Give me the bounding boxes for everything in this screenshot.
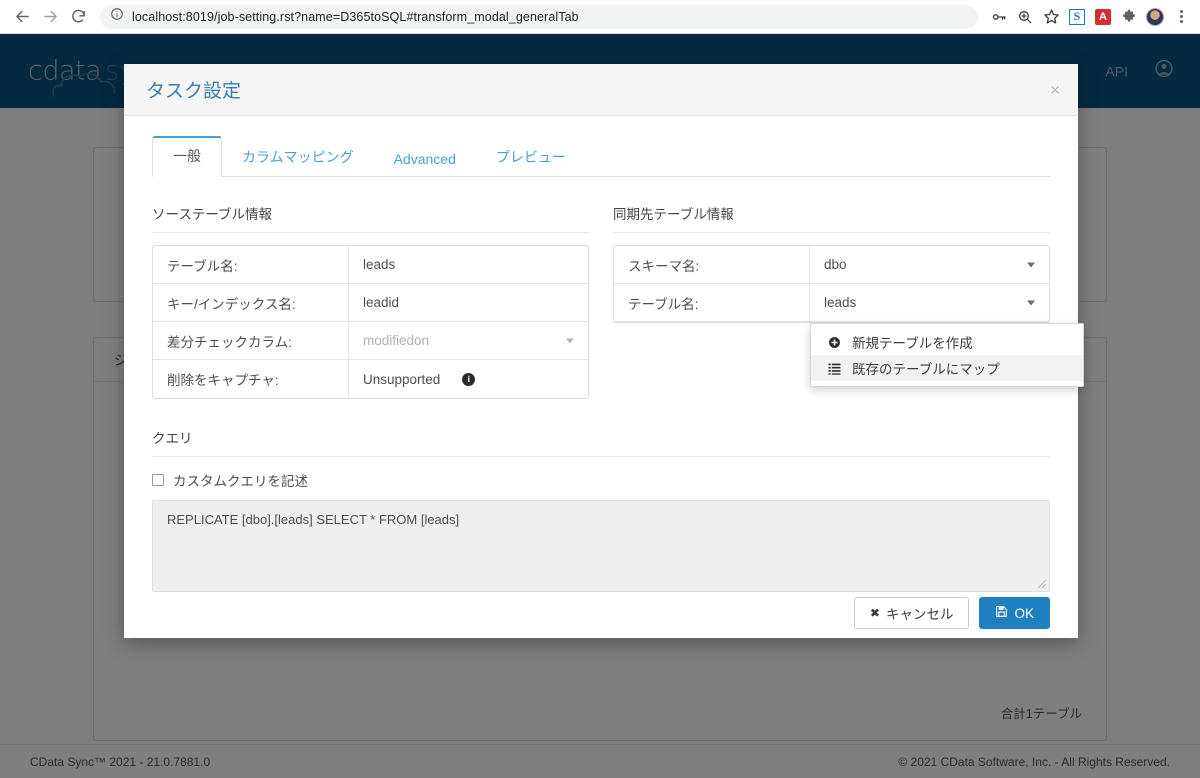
arrow-right-icon: [43, 10, 57, 23]
tab-column-mapping[interactable]: カラムマッピング: [222, 138, 374, 177]
adobe-pdf-label: A: [1095, 8, 1111, 25]
kebab-dots: [1179, 10, 1183, 23]
close-icon[interactable]: ×: [1050, 81, 1060, 98]
menu-item-create-new-table[interactable]: 新規テーブルを作成: [811, 329, 1083, 355]
capture-deletes-label: 削除をキャプチャ:: [153, 360, 349, 398]
source-table-column: ソーステーブル情報 テーブル名: leads キー/インデックス名: leadi…: [152, 203, 589, 399]
row-incremental-check-column: 差分チェックカラム: modifiedon: [153, 322, 588, 360]
chrome-menu-icon[interactable]: [1168, 4, 1194, 30]
info-icon[interactable]: i: [462, 372, 476, 386]
row-source-table-name: テーブル名: leads: [153, 246, 588, 284]
modal-tabs: 一般 カラムマッピング Advanced プレビュー: [152, 129, 1050, 177]
arrow-left-icon: [15, 10, 29, 23]
ok-button[interactable]: OK: [979, 597, 1050, 629]
forward-button[interactable]: [36, 3, 64, 31]
plus-circle-icon: [825, 336, 843, 349]
query-text: REPLICATE [dbo].[leads] SELECT * FROM [l…: [167, 512, 460, 527]
tab-preview[interactable]: プレビュー: [476, 138, 586, 177]
extension-s-label: S: [1069, 8, 1085, 25]
menu-item-map-existing-table[interactable]: 既存のテーブルにマップ: [811, 355, 1083, 381]
site-info-icon[interactable]: [110, 7, 124, 26]
custom-query-label: カスタムクエリを記述: [173, 474, 308, 489]
password-key-icon[interactable]: [986, 4, 1012, 30]
capture-deletes-value: Unsupported: [363, 371, 441, 387]
source-form-table: テーブル名: leads キー/インデックス名: leadid 差分チェックカラ…: [152, 245, 589, 399]
destination-table-name-value: leads: [824, 295, 857, 310]
url-text: localhost:8019/job-setting.rst?name=D365…: [132, 9, 579, 24]
query-textarea[interactable]: REPLICATE [dbo].[leads] SELECT * FROM [l…: [152, 500, 1050, 592]
destination-table-dropdown-menu: 新規テーブルを作成 既存のテーブルにマップ: [810, 323, 1084, 387]
modal-header: タスク設定 ×: [124, 64, 1078, 116]
destination-section-heading: 同期先テーブル情報: [613, 203, 1050, 233]
source-section-heading: ソーステーブル情報: [152, 203, 589, 233]
chevron-down-icon: [1027, 262, 1035, 267]
close-x-icon: ✖: [869, 606, 880, 620]
schema-name-label: スキーマ名:: [614, 246, 810, 283]
adobe-pdf-extension-icon[interactable]: A: [1090, 4, 1116, 30]
address-bar[interactable]: localhost:8019/job-setting.rst?name=D365…: [100, 4, 978, 29]
incremental-check-column-select[interactable]: modifiedon: [349, 322, 588, 359]
row-source-key-index: キー/インデックス名: leadid: [153, 284, 588, 322]
destination-table-name-select[interactable]: leads: [810, 284, 1049, 321]
reload-icon: [71, 9, 85, 23]
resize-grip-icon[interactable]: [1037, 579, 1047, 589]
modal-title: タスク設定: [146, 81, 242, 102]
row-schema-name: スキーマ名: dbo: [614, 246, 1049, 284]
incremental-check-column-label: 差分チェックカラム:: [153, 322, 349, 359]
chevron-down-icon: [1027, 300, 1035, 305]
zoom-search-icon[interactable]: [1012, 4, 1038, 30]
task-settings-modal: タスク設定 × 一般 カラムマッピング Advanced プレビュー ソーステー…: [124, 64, 1084, 638]
tab-general[interactable]: 一般: [152, 136, 222, 177]
custom-query-checkbox-row[interactable]: カスタムクエリを記述: [152, 470, 1050, 490]
source-key-index-label: キー/インデックス名:: [153, 284, 349, 321]
source-key-index-value[interactable]: leadid: [349, 284, 588, 321]
profile-avatar[interactable]: [1142, 4, 1168, 30]
menu-item-create-new-table-label: 新規テーブルを作成: [852, 336, 973, 351]
destination-table-name-label: テーブル名:: [614, 284, 810, 321]
browser-action-icons: S A: [986, 4, 1200, 30]
extension-s-icon[interactable]: S: [1064, 4, 1090, 30]
destination-table-column: 同期先テーブル情報 スキーマ名: dbo テーブル名: leads 新規テーブル…: [613, 203, 1084, 399]
query-section-heading: クエリ: [152, 427, 1050, 457]
chevron-down-icon: [566, 338, 574, 343]
tab-advanced[interactable]: Advanced: [374, 142, 476, 177]
schema-name-value: dbo: [824, 257, 847, 272]
menu-item-map-existing-table-label: 既存のテーブルにマップ: [852, 362, 1000, 377]
reload-button[interactable]: [64, 3, 92, 31]
source-table-name-value[interactable]: leads: [349, 246, 588, 283]
modal-footer-actions: ✖ キャンセル OK: [853, 597, 1050, 629]
modal-body: 一般 カラムマッピング Advanced プレビュー ソーステーブル情報 テーブ…: [124, 129, 1084, 651]
row-capture-deletes: 削除をキャプチャ: Unsupported i: [153, 360, 588, 398]
schema-name-select[interactable]: dbo: [810, 246, 1049, 283]
source-table-name-label: テーブル名:: [153, 246, 349, 283]
extensions-puzzle-icon[interactable]: [1116, 4, 1142, 30]
cancel-button-label: キャンセル: [885, 607, 954, 622]
list-bars-icon: [825, 362, 843, 375]
cancel-button[interactable]: ✖ キャンセル: [853, 597, 970, 629]
query-section: クエリ カスタムクエリを記述 REPLICATE [dbo].[leads] S…: [152, 427, 1050, 592]
browser-toolbar: localhost:8019/job-setting.rst?name=D365…: [0, 0, 1200, 34]
custom-query-checkbox[interactable]: [152, 474, 164, 486]
avatar-image: [1146, 7, 1164, 26]
incremental-check-column-value: modifiedon: [363, 333, 430, 348]
save-floppy-icon: [995, 605, 1008, 621]
back-button[interactable]: [8, 3, 36, 31]
capture-deletes-value-cell: Unsupported i: [349, 360, 588, 398]
form-columns: ソーステーブル情報 テーブル名: leads キー/インデックス名: leadi…: [152, 203, 1084, 399]
row-destination-table-name: テーブル名: leads: [614, 284, 1049, 322]
ok-button-label: OK: [1014, 605, 1034, 621]
destination-form-table: スキーマ名: dbo テーブル名: leads 新規テーブルを作成 既存のテーブ…: [613, 245, 1084, 387]
bookmark-star-icon[interactable]: [1038, 4, 1064, 30]
